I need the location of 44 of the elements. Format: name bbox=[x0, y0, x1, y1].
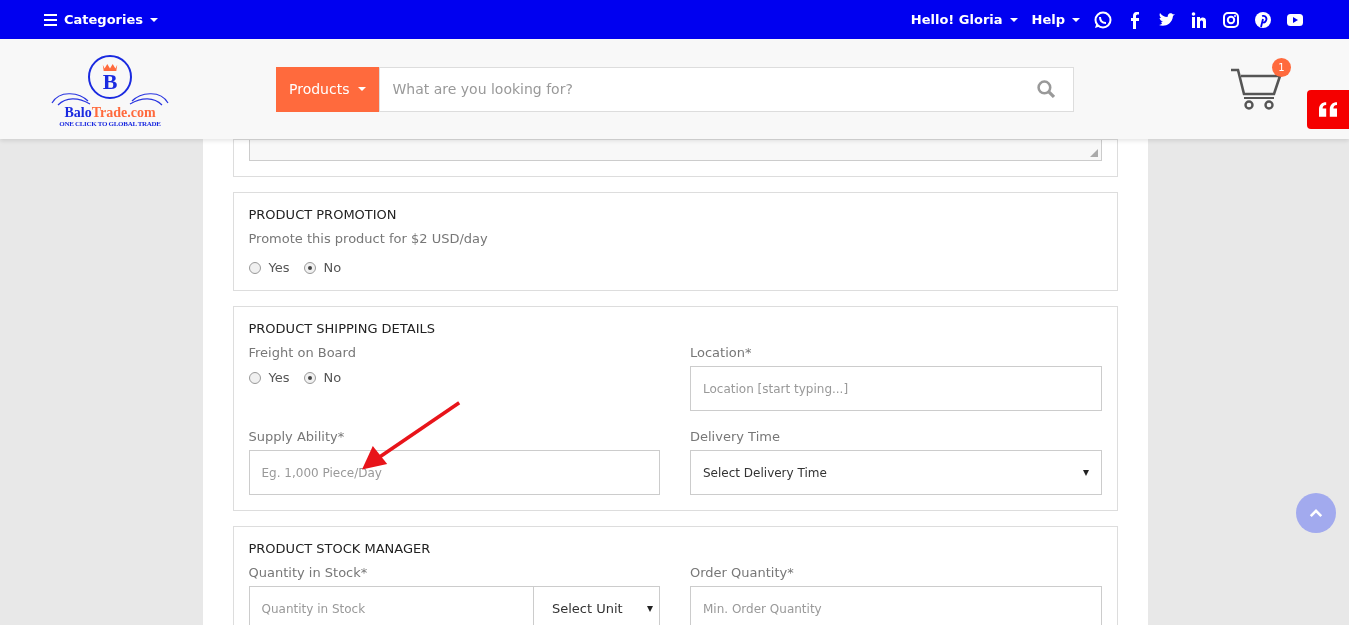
instagram-icon[interactable] bbox=[1222, 10, 1240, 29]
resize-grip-icon[interactable] bbox=[1089, 149, 1098, 157]
logo-letter: B bbox=[102, 71, 118, 92]
menu-icon[interactable] bbox=[44, 13, 57, 26]
select-field[interactable]: Select Delivery Time bbox=[690, 450, 1102, 495]
radio-option[interactable]: Yes bbox=[248, 260, 290, 275]
whatsapp-icon[interactable] bbox=[1094, 10, 1112, 29]
caret-icon[interactable] bbox=[150, 17, 158, 22]
logo-wordmark: BaloTrade.com bbox=[64, 106, 156, 120]
input-field[interactable]: Quantity in Stock bbox=[248, 586, 534, 625]
section-description: Promote this product for $2 USD/day bbox=[248, 231, 489, 246]
crown-icon[interactable] bbox=[100, 62, 120, 72]
quote-icon bbox=[1319, 102, 1337, 117]
input-field[interactable]: Location [start typing...] bbox=[690, 366, 1102, 411]
field-label: Supply Ability* bbox=[248, 429, 346, 444]
pinterest-icon[interactable] bbox=[1254, 10, 1272, 29]
unit-select[interactable]: Select Unit bbox=[534, 586, 660, 625]
linkedin-icon[interactable] bbox=[1190, 10, 1208, 29]
caret-icon[interactable] bbox=[1009, 17, 1018, 22]
caret-icon[interactable] bbox=[1072, 17, 1080, 22]
input-field[interactable]: Min. Order Quantity bbox=[690, 586, 1102, 625]
chevron-up-icon bbox=[1309, 508, 1323, 518]
dropdown-arrow-icon bbox=[1082, 469, 1089, 476]
account-menu[interactable]: Hello! Gloria bbox=[910, 12, 1018, 27]
section-title: PRODUCT SHIPPING DETAILS bbox=[248, 321, 436, 336]
dropdown-arrow-icon bbox=[647, 605, 653, 612]
section-title: PRODUCT STOCK MANAGER bbox=[248, 541, 432, 556]
field-label: Delivery Time bbox=[690, 429, 781, 444]
radio-option[interactable]: Yes bbox=[248, 370, 290, 385]
categories-menu[interactable]: Categories bbox=[44, 12, 158, 27]
help-menu[interactable]: Help bbox=[1031, 12, 1080, 27]
field-label: Location* bbox=[690, 345, 753, 360]
section-title: PRODUCT PROMOTION bbox=[248, 207, 398, 222]
twitter-icon[interactable] bbox=[1158, 10, 1176, 29]
input-field[interactable]: Eg. 1,000 Piece/Day bbox=[248, 450, 660, 495]
search-field[interactable]: What are you looking for? bbox=[379, 66, 1074, 112]
field-label: Quantity in Stock* bbox=[248, 565, 369, 580]
field-label: Order Quantity* bbox=[690, 565, 795, 580]
search-icon[interactable] bbox=[1037, 79, 1055, 98]
field-label: Freight on Board bbox=[248, 345, 357, 360]
radio-option[interactable]: No bbox=[303, 370, 342, 385]
radio-option[interactable]: No bbox=[303, 260, 342, 275]
cart-count: 1 bbox=[1272, 57, 1291, 77]
quote-button[interactable] bbox=[1307, 90, 1349, 129]
